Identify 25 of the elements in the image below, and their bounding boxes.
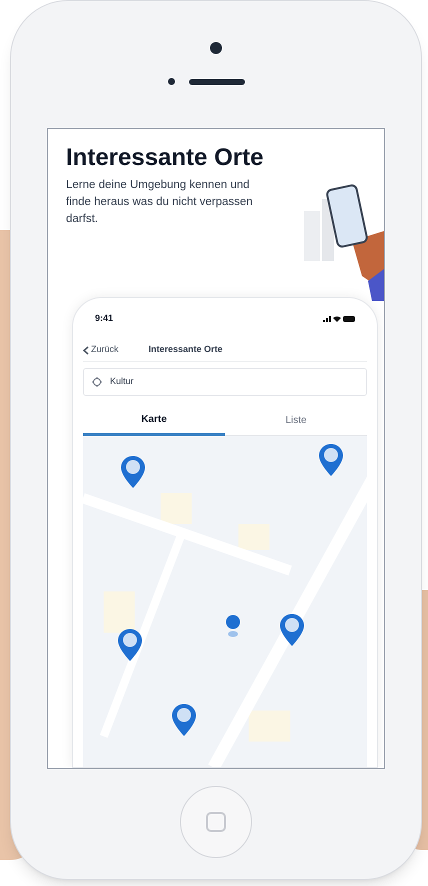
chevron-left-icon [83, 346, 89, 354]
map-pin-icon[interactable] [172, 704, 196, 736]
building-area [104, 590, 135, 632]
location-dot-icon [226, 614, 240, 636]
map-pin-icon[interactable] [121, 456, 145, 488]
map-pin-icon[interactable] [319, 444, 343, 476]
speaker-icon [188, 78, 244, 84]
map-pin-icon[interactable] [118, 628, 142, 660]
nav-title: Interessante Orte [148, 343, 223, 356]
building-area [238, 524, 270, 550]
search-value: Kultur [110, 374, 134, 388]
search-field[interactable]: Kultur [83, 368, 367, 396]
square-icon [206, 812, 226, 832]
map-pin-icon[interactable] [280, 614, 304, 646]
map-view[interactable] [83, 436, 367, 767]
building-area [160, 492, 192, 524]
status-time: 9:41 [95, 312, 114, 325]
page-subtitle: Lerne deine Umgebung kennen und finde heraus was du nicht verpassen darfst. [66, 178, 254, 227]
page-title: Interessante Orte [66, 143, 264, 173]
status-icons [323, 314, 355, 323]
filter-icon [92, 376, 102, 386]
camera-icon [210, 42, 222, 54]
building-area [248, 710, 290, 742]
back-button[interactable]: Zurück [83, 343, 119, 357]
sensor-icon [168, 78, 174, 85]
